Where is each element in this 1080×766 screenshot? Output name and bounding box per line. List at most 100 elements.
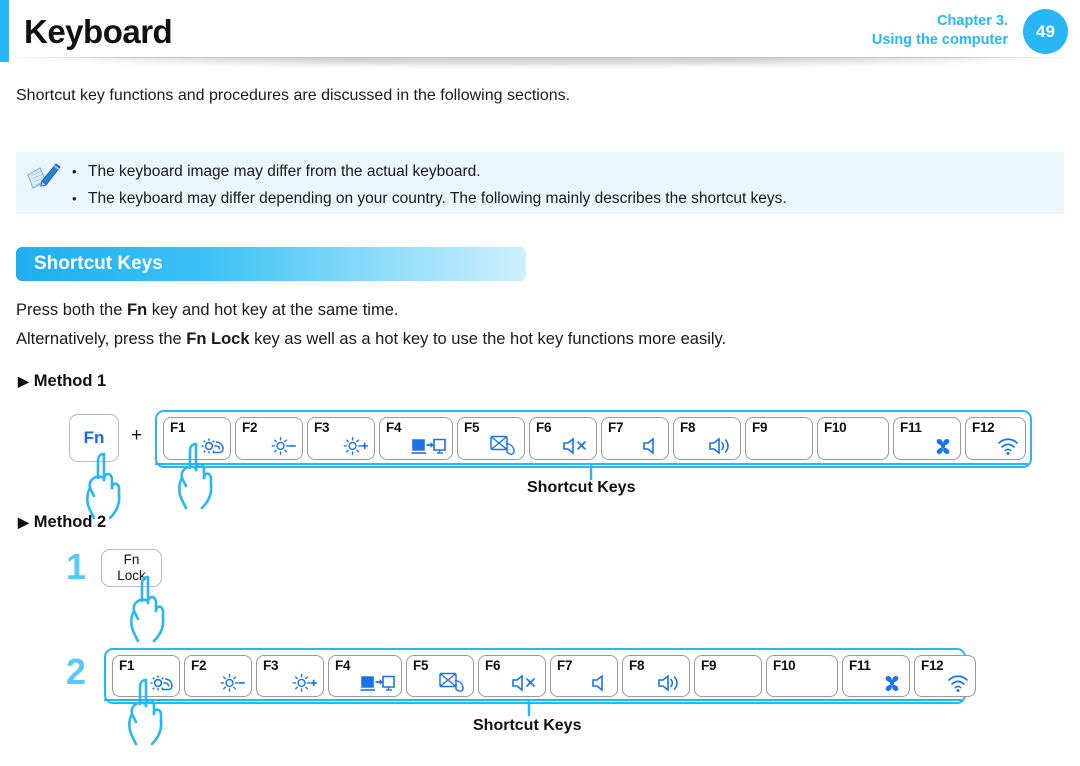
method-2-label: Method 2 (33, 513, 107, 531)
para-1-bold: Fn (126, 301, 148, 319)
fkey-row2-f5[interactable]: F5 (406, 655, 474, 697)
note-line-1: The keyboard image may differ from the a… (72, 158, 787, 185)
fkey-f12[interactable]: F12 (965, 417, 1026, 460)
paragraph-method-2-description: Alternatively, press the Fn Lock key as … (16, 330, 726, 349)
fkey-f8-label: F8 (680, 420, 696, 435)
step-number-1: 1 (66, 546, 87, 587)
fkey-row2-f3[interactable]: F3 (256, 655, 324, 697)
fkey-row2-f10-label: F10 (773, 658, 796, 673)
plus-sign: + (131, 425, 143, 446)
para-1-text-before: Press both the (16, 301, 127, 319)
note-box: The keyboard image may differ from the a… (16, 152, 1064, 214)
touchpad-off-icon (489, 434, 519, 456)
wireless-network-icon (994, 434, 1020, 456)
fkey-row2-f8-label: F8 (629, 658, 645, 673)
note-line-2: The keyboard may differ depending on you… (72, 185, 787, 212)
page-number-badge: 49 (1023, 9, 1068, 54)
section-header-label: Shortcut Keys (34, 253, 163, 274)
fkey-f2-label: F2 (242, 420, 258, 435)
fkey-f4-label: F4 (386, 420, 402, 435)
fkey-row2-f10[interactable]: F10 (766, 655, 838, 697)
intro-paragraph: Shortcut key functions and procedures ar… (16, 87, 571, 104)
step-number-2: 2 (66, 651, 87, 692)
fkey-f5[interactable]: F5 (457, 417, 525, 460)
fkey-row2-f7[interactable]: F7 (550, 655, 618, 697)
fkey-f7[interactable]: F7 (601, 417, 669, 460)
volume-down-icon (637, 434, 663, 456)
fkey-row2-f9[interactable]: F9 (694, 655, 762, 697)
para-2-bold: Fn Lock (186, 330, 250, 348)
para-2-text-after: key as well as a hot key to use the hot … (249, 330, 727, 348)
row-1-caption: Shortcut Keys (527, 479, 636, 496)
header-shadow (0, 58, 1080, 74)
brightness-up-icon-2 (292, 671, 318, 693)
fan-silent-mode-icon (929, 434, 955, 456)
chapter-line-1: Chapter 3. (937, 13, 1008, 29)
para-2-text-before: Alternatively, press the (16, 330, 187, 348)
fkey-f11[interactable]: F11 (893, 417, 961, 460)
fkey-f3[interactable]: F3 (307, 417, 375, 460)
fkey-row2-f4-label: F4 (335, 658, 351, 673)
fkey-f5-label: F5 (464, 420, 480, 435)
volume-up-icon-2 (656, 671, 684, 693)
triangle-bullet-icon-2: ▶ (18, 514, 29, 530)
method-1-label: Method 1 (33, 372, 107, 390)
fkey-f12-label: F12 (972, 420, 995, 435)
fkey-f2[interactable]: F2 (235, 417, 303, 460)
fkey-f4[interactable]: F4 (379, 417, 453, 460)
fkey-row2-f11[interactable]: F11 (842, 655, 910, 697)
fkey-row2-f8[interactable]: F8 (622, 655, 690, 697)
row-2-caption-connector (104, 699, 962, 716)
volume-up-icon (707, 434, 735, 456)
fn-lock-key-label-1: Fn (123, 552, 140, 567)
brightness-up-icon (343, 434, 369, 456)
fkey-f7-label: F7 (608, 420, 624, 435)
volume-mute-icon (561, 434, 591, 456)
fkey-row2-f5-label: F5 (413, 658, 429, 673)
fkey-row2-f2[interactable]: F2 (184, 655, 252, 697)
chapter-indicator: Chapter 3. Using the computer (872, 12, 1008, 50)
fkey-row2-f4[interactable]: F4 (328, 655, 402, 697)
wireless-network-icon-2 (944, 671, 970, 693)
method-1-heading: ▶ Method 1 (18, 372, 106, 391)
fan-silent-mode-icon-2 (878, 671, 904, 693)
paragraph-method-1-description: Press both the Fn key and hot key at the… (16, 301, 398, 320)
para-1-text-after: key and hot key at the same time. (147, 301, 399, 319)
volume-down-icon-2 (586, 671, 612, 693)
fkey-row2-f6[interactable]: F6 (478, 655, 546, 697)
touchpad-off-icon-2 (438, 671, 468, 693)
fkey-row2-f12-label: F12 (921, 658, 944, 673)
page-title: Keyboard (24, 13, 173, 50)
fkey-f10-label: F10 (824, 420, 847, 435)
fkey-row2-f2-label: F2 (191, 658, 207, 673)
brightness-down-icon (271, 434, 297, 456)
fkey-row2-f7-label: F7 (557, 658, 573, 673)
brightness-down-icon-2 (220, 671, 246, 693)
fkey-f11-label: F11 (900, 420, 922, 435)
method-2-heading: ▶ Method 2 (18, 513, 106, 532)
fkey-row2-f12[interactable]: F12 (914, 655, 976, 697)
chapter-line-2: Using the computer (871, 32, 1008, 48)
fkey-row2-f1-label: F1 (119, 658, 135, 673)
fkey-f9[interactable]: F9 (745, 417, 813, 460)
fkey-row2-f3-label: F3 (263, 658, 279, 673)
row-1-caption-connector (155, 463, 1028, 480)
triangle-bullet-icon: ▶ (18, 373, 29, 389)
hand-pointer-fn-lock-icon (110, 573, 172, 648)
section-header-bar: Shortcut Keys (16, 247, 526, 281)
row-2-caption: Shortcut Keys (473, 717, 582, 734)
fkey-f8[interactable]: F8 (673, 417, 741, 460)
note-pencil-icon (26, 162, 62, 192)
fkey-f6[interactable]: F6 (529, 417, 597, 460)
fkey-f1-label: F1 (170, 420, 186, 435)
fkey-f6-label: F6 (536, 420, 552, 435)
header-accent-bar (0, 0, 9, 62)
fkey-row2-f11-label: F11 (849, 658, 871, 673)
fkey-f9-label: F9 (752, 420, 768, 435)
function-key-row-method-1: F1 F2 F3 F4 F5 F6 F7 F8 F9 F10 F11 F12 (155, 410, 1032, 468)
page-header: Keyboard Chapter 3. Using the computer 4… (0, 0, 1080, 74)
note-text-list: The keyboard image may differ from the a… (72, 158, 787, 212)
fkey-row2-f9-label: F9 (701, 658, 717, 673)
fkey-f10[interactable]: F10 (817, 417, 889, 460)
fn-key-label: Fn (83, 428, 105, 447)
